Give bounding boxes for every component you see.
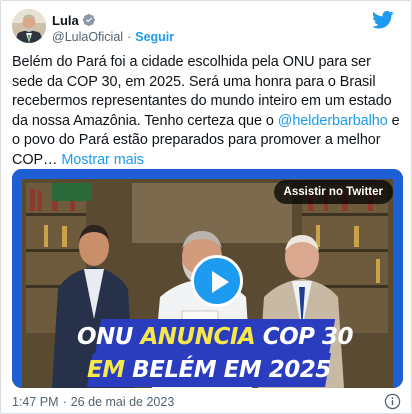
- watch-on-twitter-button[interactable]: Assistir no Twitter: [273, 180, 393, 204]
- display-name[interactable]: Lula: [52, 13, 79, 28]
- author-names: Lula @LulaOficial · Seguir: [52, 12, 174, 45]
- twitter-bird-icon[interactable]: [372, 10, 394, 30]
- timestamp-separator: ·: [62, 395, 67, 409]
- caption-word-belem: BELÉM: [132, 357, 224, 383]
- avatar-image: [12, 9, 46, 43]
- play-icon: [212, 271, 229, 293]
- tweet-time: 1:47 PM: [12, 395, 59, 409]
- info-icon[interactable]: [384, 393, 401, 410]
- video-caption-line1: ONU ANUNCIA COP 30: [77, 319, 353, 355]
- handle[interactable]: @LulaOficial: [52, 30, 123, 44]
- caption-line2-text: EM BELÉM EM 2025: [87, 357, 331, 383]
- video-caption-line2: EM BELÉM EM 2025: [87, 353, 331, 387]
- handle-separator: ·: [127, 30, 132, 44]
- caption-word-onu: ONU: [76, 324, 141, 350]
- mention-link[interactable]: @helderbarbalho: [278, 113, 388, 129]
- caption-line1-text: ONU ANUNCIA COP 30: [77, 324, 353, 350]
- tweet-header: Lula @LulaOficial · Seguir: [12, 9, 402, 45]
- caption-word-cop30: COP 30: [262, 324, 354, 350]
- tweet-timestamp[interactable]: 1:47 PM · 26 de mai de 2023: [12, 394, 174, 410]
- tweet-text: Belém do Pará foi a cidade escolhida pel…: [12, 53, 404, 171]
- play-button[interactable]: [191, 255, 243, 307]
- avatar[interactable]: [12, 9, 46, 43]
- follow-button[interactable]: Seguir: [135, 30, 174, 44]
- show-more-link[interactable]: Mostrar mais: [61, 152, 144, 168]
- caption-word-em2025: EM 2025: [223, 357, 331, 383]
- verified-badge-icon: [82, 13, 95, 27]
- caption-word-anuncia: ANUNCIA: [140, 324, 263, 350]
- tweet-date: 26 de mai de 2023: [70, 395, 175, 409]
- video-media[interactable]: Assistir no Twitter ONU ANUNCIA COP 30 E…: [12, 169, 403, 388]
- caption-word-em: EM: [87, 357, 133, 383]
- tweet-card: Lula @LulaOficial · Seguir Belém do Pará…: [0, 0, 412, 414]
